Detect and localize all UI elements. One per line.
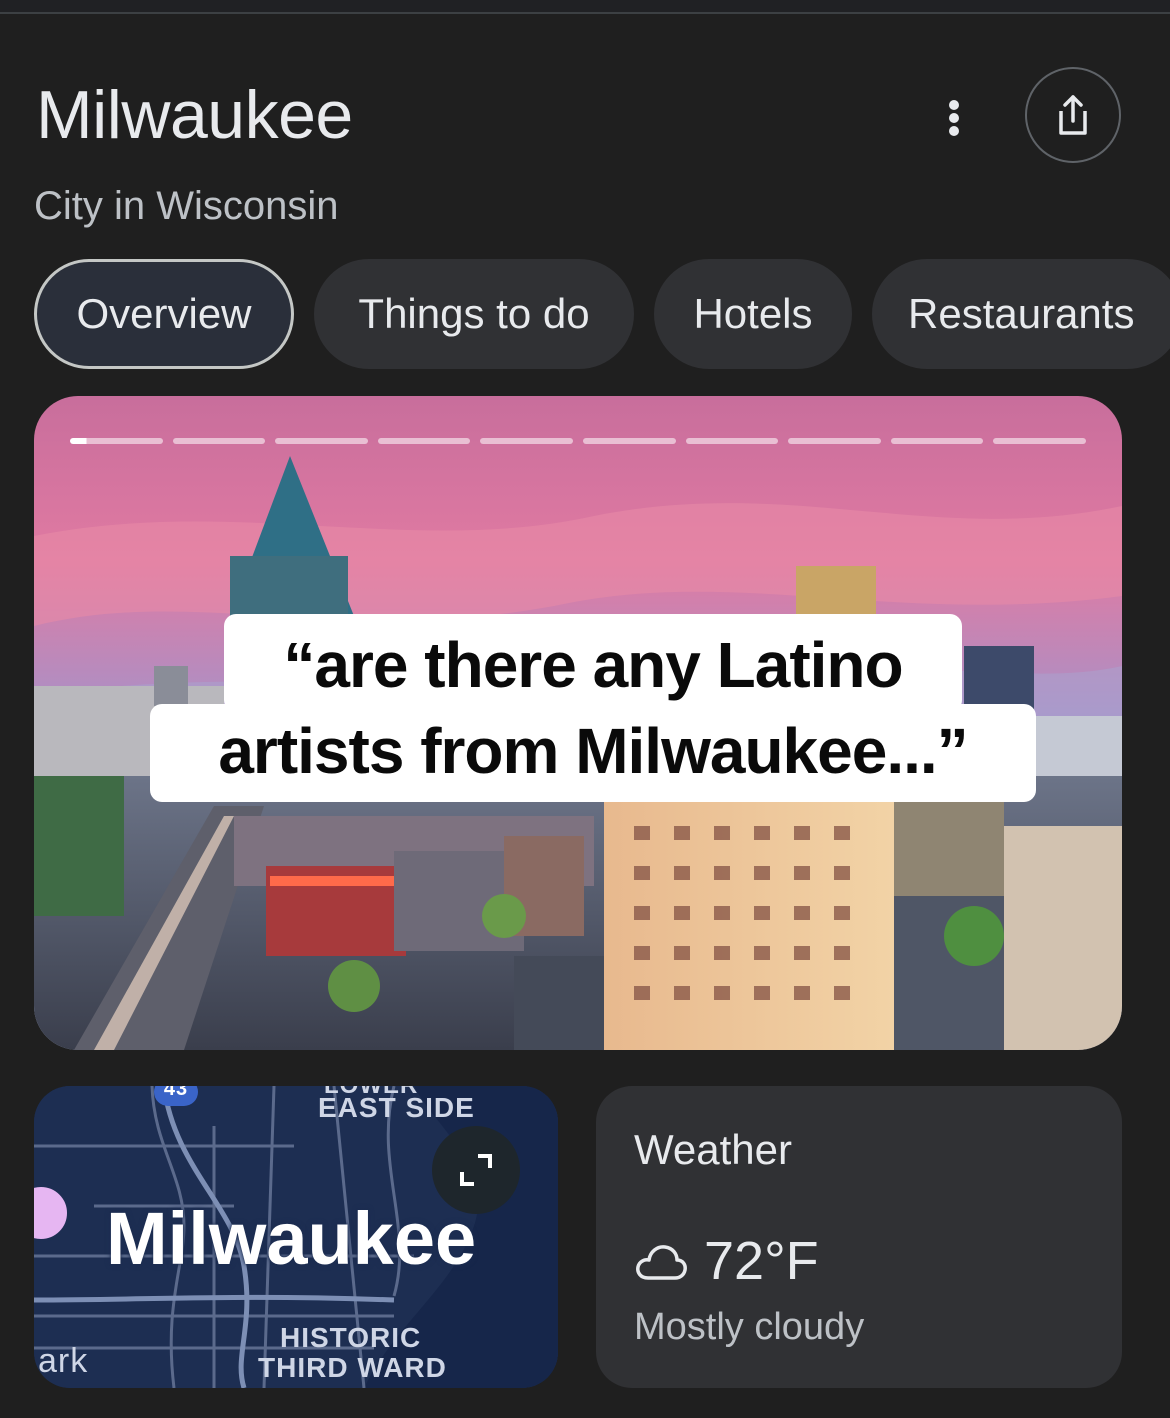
video-caption: “are there any Latino artists from Milwa… bbox=[150, 622, 1036, 794]
tab-things-to-do[interactable]: Things to do bbox=[314, 259, 634, 369]
tab-restaurants[interactable]: Restaurants bbox=[872, 259, 1170, 369]
map-card[interactable]: 43 LOWER EAST SIDE Milwaukee HISTORIC TH… bbox=[34, 1086, 558, 1388]
share-icon bbox=[1059, 95, 1087, 135]
share-button[interactable] bbox=[1025, 67, 1121, 163]
map-city-label: Milwaukee bbox=[106, 1197, 477, 1280]
weather-temperature: 72°F bbox=[704, 1231, 819, 1291]
tab-overview[interactable]: Overview bbox=[34, 259, 294, 369]
status-bar-edge bbox=[0, 0, 1170, 14]
page-subtitle: City in Wisconsin bbox=[34, 184, 339, 228]
map-label-third-ward: THIRD WARD bbox=[258, 1352, 447, 1383]
weather-condition: Mostly cloudy bbox=[634, 1306, 865, 1348]
highway-shield: 43 bbox=[154, 1086, 198, 1106]
tab-hotels[interactable]: Hotels bbox=[654, 259, 852, 369]
tab-bar: Overview Things to do Hotels Restaurants bbox=[34, 259, 1170, 369]
expand-map-button[interactable] bbox=[432, 1126, 520, 1214]
caption-line-1: “are there any Latino bbox=[283, 629, 903, 701]
map-label-east-side: EAST SIDE bbox=[318, 1092, 475, 1123]
slide-progress-indicator bbox=[70, 438, 1086, 444]
page-title: Milwaukee bbox=[36, 77, 353, 153]
caption-line-2: artists from Milwaukee...” bbox=[218, 715, 968, 787]
weather-title: Weather bbox=[634, 1126, 792, 1173]
map-label-historic: HISTORIC bbox=[280, 1322, 422, 1353]
map-label-park: ark bbox=[38, 1342, 89, 1380]
weather-card[interactable]: Weather 72°F Mostly cloudy bbox=[596, 1086, 1122, 1388]
cloud-icon bbox=[636, 1245, 687, 1280]
more-options-button[interactable] bbox=[934, 96, 974, 140]
more-vert-icon bbox=[949, 100, 959, 110]
expand-icon bbox=[460, 1154, 492, 1186]
